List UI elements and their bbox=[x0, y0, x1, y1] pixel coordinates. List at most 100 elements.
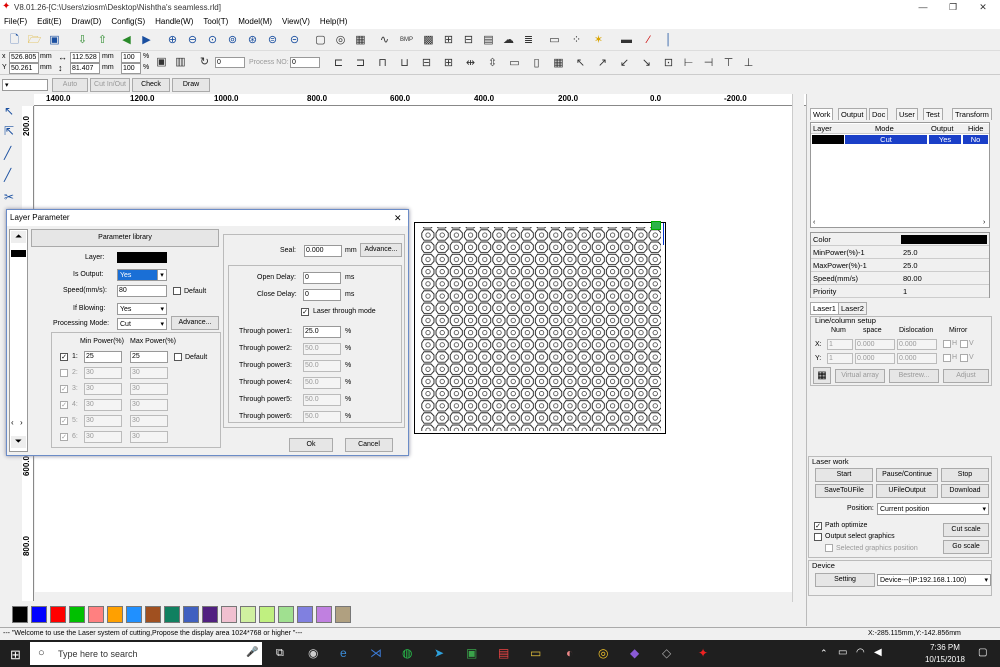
cloud-icon[interactable]: ☁ bbox=[500, 32, 517, 48]
power-default-checkbox[interactable] bbox=[174, 353, 182, 361]
rotate-icon[interactable]: ↻ bbox=[196, 54, 213, 70]
cancel-button[interactable]: Cancel bbox=[345, 438, 393, 452]
menu-edit[interactable]: Edit(E) bbox=[33, 15, 67, 26]
line-tool-icon[interactable]: ╱ bbox=[4, 146, 11, 160]
height-input[interactable]: 81.407 bbox=[70, 63, 100, 74]
layer-select[interactable]: ▾ bbox=[2, 79, 48, 91]
tab-user[interactable]: User bbox=[896, 108, 918, 120]
app-icon-purple[interactable]: ◆ bbox=[630, 646, 639, 660]
stop-button[interactable]: Stop bbox=[941, 468, 989, 482]
selected-pos-checkbox[interactable] bbox=[825, 544, 833, 552]
design-pattern[interactable] bbox=[414, 221, 666, 434]
power-enable-checkbox[interactable]: ✓ bbox=[60, 417, 68, 425]
menu-tool[interactable]: Tool(T) bbox=[199, 15, 234, 26]
space-h-icon[interactable]: ⇹ bbox=[462, 55, 479, 71]
array-x-dislocation[interactable]: 0.000 bbox=[897, 339, 937, 350]
volume-icon[interactable]: ◀ bbox=[874, 647, 882, 658]
curve-icon[interactable]: ∿ bbox=[376, 32, 393, 48]
wifi-icon[interactable]: ◠ bbox=[856, 647, 865, 658]
move-center-icon[interactable]: ⊡ bbox=[660, 55, 677, 71]
parameter-library-button[interactable]: Parameter library bbox=[31, 229, 219, 247]
y-position-input[interactable]: 50.261 bbox=[9, 63, 39, 74]
align-right-icon[interactable]: ⊐ bbox=[352, 55, 369, 71]
draw-button[interactable]: Draw bbox=[172, 78, 210, 92]
tab-doc[interactable]: Doc bbox=[869, 108, 889, 120]
color-swatch[interactable] bbox=[297, 606, 313, 623]
bitmap-icon[interactable]: ▦ bbox=[352, 32, 369, 48]
color-swatch[interactable] bbox=[183, 606, 199, 623]
prop-value[interactable]: 1 bbox=[903, 285, 907, 298]
layer-swatch[interactable] bbox=[11, 250, 26, 257]
color-swatch[interactable] bbox=[240, 606, 256, 623]
position-select[interactable]: Current position ▾ bbox=[877, 503, 989, 515]
color-swatch[interactable] bbox=[69, 606, 85, 623]
mail-app-icon[interactable]: ◉ bbox=[308, 646, 318, 660]
power-enable-checkbox[interactable]: ✓ bbox=[60, 401, 68, 409]
tab-transform[interactable]: Transform bbox=[952, 108, 992, 120]
zoom-all-icon[interactable]: ⊜ bbox=[264, 32, 281, 48]
max-power-input[interactable]: 30 bbox=[130, 367, 168, 379]
menu-config[interactable]: Config(S) bbox=[107, 15, 151, 26]
is-output-select[interactable]: Yes ▾ bbox=[117, 269, 167, 281]
close-delay-input[interactable]: 0 bbox=[303, 289, 341, 301]
layer-color-box[interactable] bbox=[117, 252, 167, 263]
color-swatch[interactable] bbox=[335, 606, 351, 623]
explorer-icon[interactable]: ▭ bbox=[530, 646, 541, 660]
zoom-select-icon[interactable]: ⊛ bbox=[244, 32, 261, 48]
power-enable-checkbox[interactable] bbox=[60, 369, 68, 377]
min-power-input[interactable]: 30 bbox=[84, 399, 122, 411]
through-power-input[interactable]: 25.0 bbox=[303, 326, 341, 338]
redo-icon[interactable]: ▶ bbox=[138, 32, 155, 48]
menu-draw[interactable]: Draw(D) bbox=[68, 15, 108, 26]
max-power-input[interactable]: 30 bbox=[130, 399, 168, 411]
notification-icon[interactable]: ▢ bbox=[978, 647, 987, 658]
chrome-icon[interactable]: ◎ bbox=[598, 646, 608, 660]
power-enable-checkbox[interactable]: ✓ bbox=[60, 385, 68, 393]
save-icon[interactable]: ▣ bbox=[46, 32, 63, 48]
color-swatch[interactable] bbox=[164, 606, 180, 623]
menu-help[interactable]: Help(H) bbox=[316, 15, 354, 26]
ufile-output-button[interactable]: UFileOutput bbox=[876, 484, 938, 498]
clock-time[interactable]: 7:36 PM bbox=[920, 643, 970, 652]
seal-input[interactable]: 0.000 bbox=[304, 245, 342, 257]
scroll-right-icon[interactable]: › bbox=[983, 219, 985, 226]
scissor-tool-icon[interactable]: ✂ bbox=[4, 190, 14, 204]
power-enable-checkbox[interactable]: ✓ bbox=[60, 433, 68, 441]
check-button[interactable]: Check bbox=[132, 78, 170, 92]
close-icon[interactable]: ✕ bbox=[968, 0, 998, 15]
tab-laser1[interactable]: Laser1 bbox=[810, 302, 839, 315]
laser-through-checkbox[interactable]: ✓ bbox=[301, 308, 309, 316]
dialog-close-icon[interactable]: ✕ bbox=[394, 210, 402, 226]
node-icon[interactable]: ◎ bbox=[332, 32, 349, 48]
space-v-icon[interactable]: ⇳ bbox=[484, 55, 501, 71]
array-x-space[interactable]: 0.000 bbox=[855, 339, 895, 350]
output-select-checkbox[interactable] bbox=[814, 533, 822, 541]
through-power-input[interactable]: 50.0 bbox=[303, 360, 341, 372]
x-position-input[interactable]: 526.805 bbox=[9, 52, 39, 63]
max-power-input[interactable]: 25 bbox=[130, 351, 168, 363]
through-power-input[interactable]: 50.0 bbox=[303, 343, 341, 355]
scroll-left-icon[interactable]: ‹ bbox=[813, 219, 815, 226]
new-file-icon[interactable]: 🗋 bbox=[6, 32, 23, 48]
bmp-icon[interactable]: BMP bbox=[398, 32, 415, 48]
same-size-icon[interactable]: ▦ bbox=[550, 55, 567, 71]
zoom-in-icon[interactable]: ⊕ bbox=[164, 32, 181, 48]
move-tr-icon[interactable]: ↗ bbox=[594, 55, 611, 71]
whatsapp-icon[interactable]: ◍ bbox=[402, 646, 412, 660]
group-icon[interactable]: ⊟ bbox=[460, 32, 477, 48]
import-icon[interactable]: ⇩ bbox=[74, 32, 91, 48]
grid-icon[interactable]: ▩ bbox=[420, 32, 437, 48]
max-power-input[interactable]: 30 bbox=[130, 431, 168, 443]
open-delay-input[interactable]: 0 bbox=[303, 272, 341, 284]
array-x-num[interactable]: 1 bbox=[827, 339, 853, 350]
array-y-mirror-h[interactable] bbox=[943, 354, 951, 362]
app-icon-gray[interactable]: ◇ bbox=[662, 646, 671, 660]
power-enable-checkbox[interactable]: ✓ bbox=[60, 353, 68, 361]
same-width-icon[interactable]: ▭ bbox=[506, 55, 523, 71]
dist-right-icon[interactable]: ⊣ bbox=[700, 55, 717, 71]
min-power-input[interactable]: 30 bbox=[84, 415, 122, 427]
align-center-h-icon[interactable]: ⊞ bbox=[440, 55, 457, 71]
export-icon[interactable]: ⇧ bbox=[94, 32, 111, 48]
lock-icon[interactable]: ▣ bbox=[153, 54, 170, 70]
adjust-button[interactable]: Adjust bbox=[943, 369, 989, 383]
